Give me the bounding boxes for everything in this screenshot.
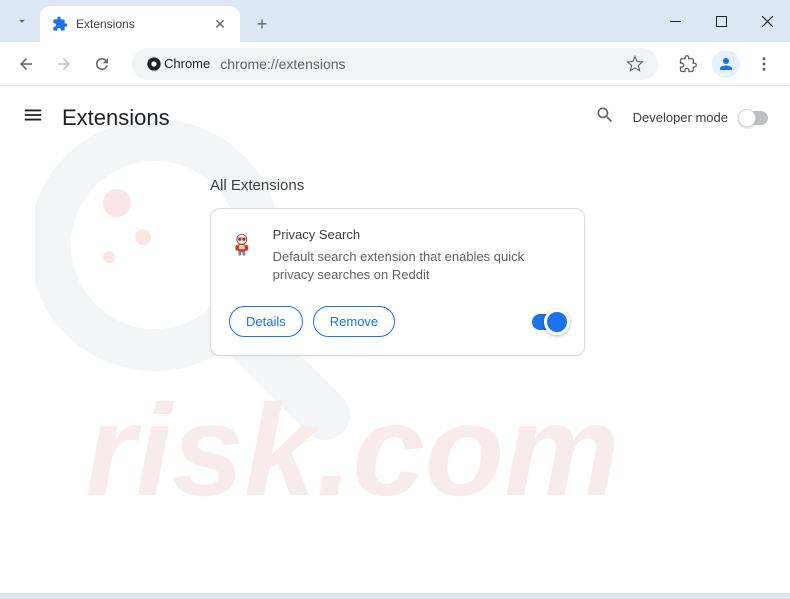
address-bar[interactable]: Chrome chrome://extensions (132, 48, 658, 80)
developer-mode-label: Developer mode (633, 110, 728, 125)
arrow-left-icon (17, 55, 35, 73)
developer-mode-toggle[interactable] (740, 111, 768, 125)
reload-icon (93, 55, 111, 73)
details-button[interactable]: Details (229, 306, 303, 337)
tab-title: Extensions (76, 17, 212, 31)
extension-icon (229, 227, 255, 263)
minimize-icon (670, 16, 681, 27)
maximize-icon (716, 16, 727, 27)
extension-card: Privacy Search Default search extension … (210, 208, 585, 356)
close-window-button[interactable] (744, 0, 790, 42)
extension-name: Privacy Search (273, 227, 566, 242)
puzzle-icon (52, 16, 68, 32)
star-icon[interactable] (626, 55, 644, 73)
search-extensions-button[interactable] (595, 105, 615, 130)
arrow-right-icon (55, 55, 73, 73)
browser-tab[interactable]: Extensions ✕ (40, 6, 240, 42)
puzzle-icon (679, 55, 697, 73)
remove-button[interactable]: Remove (313, 306, 395, 337)
omnibox-chip: Chrome (164, 56, 210, 71)
section-title: All Extensions (210, 177, 790, 194)
person-icon (717, 55, 735, 73)
forward-button[interactable] (48, 48, 80, 80)
extensions-button[interactable] (672, 48, 704, 80)
menu-icon (22, 104, 44, 126)
profile-button[interactable] (710, 48, 742, 80)
extension-description: Default search extension that enables qu… (273, 248, 566, 284)
chevron-down-icon (15, 14, 29, 28)
close-icon (762, 16, 773, 27)
maximize-button[interactable] (698, 0, 744, 42)
back-button[interactable] (10, 48, 42, 80)
url-text: chrome://extensions (220, 56, 616, 72)
menu-button[interactable] (748, 48, 780, 80)
chrome-icon: Chrome (146, 56, 210, 72)
reload-button[interactable] (86, 48, 118, 80)
hamburger-menu[interactable] (22, 104, 44, 131)
new-tab-button[interactable]: + (248, 10, 276, 38)
search-icon (595, 105, 615, 125)
close-icon[interactable]: ✕ (212, 16, 228, 32)
bottom-border (0, 593, 790, 599)
tab-search-dropdown[interactable] (8, 7, 36, 35)
minimize-button[interactable] (652, 0, 698, 42)
page-title: Extensions (62, 105, 595, 131)
more-vert-icon (755, 55, 773, 73)
extension-enable-toggle[interactable] (532, 314, 566, 330)
